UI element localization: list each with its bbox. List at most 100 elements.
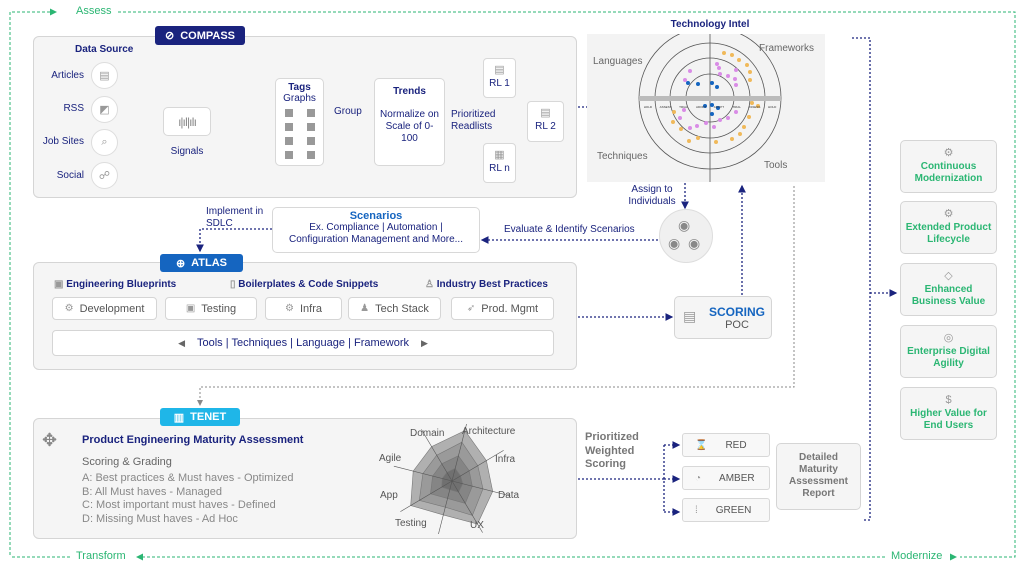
radar-blip (747, 115, 751, 119)
scoring-title: SCORING (708, 305, 765, 319)
radar-axis-label: Data (498, 490, 520, 501)
globe-icon: ⊕ (175, 257, 186, 270)
radar-blip (726, 116, 730, 120)
data-source-title: Data Source (75, 44, 134, 55)
radar-blip (748, 70, 752, 74)
quadrant-frameworks: Frameworks (759, 43, 815, 54)
radar-blip (695, 124, 699, 128)
ring-label: ASSESS (659, 105, 672, 109)
radar-blip (722, 51, 726, 55)
prioritized-readlists-label: Prioritized Readlists (451, 109, 496, 132)
readlist-2[interactable]: ▤ RL 2 (527, 101, 564, 142)
chip-testing[interactable]: ▣ Testing (165, 297, 257, 320)
source-job-sites: Job Sites (42, 136, 84, 147)
rss-icon: ◩ (91, 96, 118, 123)
grade-a: A: Best practices & Must haves - Optimiz… (82, 472, 294, 484)
rag-red[interactable]: ⌛ RED (682, 433, 770, 457)
carousel-next-icon[interactable]: ▶ (421, 338, 428, 349)
benefit-continuous-modernization: ⚙ Continuous Modernization (900, 140, 997, 193)
job-search-icon: ⌕ (91, 129, 118, 156)
grade-d: D: Missing Must haves - Ad Hoc (82, 512, 238, 525)
tenet-badge: ▥ TENET (160, 408, 240, 426)
gear-icon: ⚙ (64, 303, 74, 314)
radar-blip (718, 118, 722, 122)
radar-blip (737, 58, 741, 62)
radar-blip (678, 116, 682, 120)
tags-title: Tags (288, 82, 311, 93)
source-articles: Articles (51, 70, 84, 81)
infra-icon: ⚙ (285, 303, 294, 314)
ring-label: TRIAL (679, 105, 688, 109)
readlist-1[interactable]: ▤ RL 1 (483, 58, 516, 98)
review-icon: ◔ (695, 472, 702, 484)
atlas-carousel: ◀ Tools | Techniques | Language | Framew… (52, 330, 554, 356)
radar-blip (696, 82, 700, 86)
benefit-end-users: $ Higher Value for End Users (900, 387, 997, 440)
radar-blip (748, 78, 752, 82)
quadrant-languages: Languages (593, 56, 643, 67)
radar-axis-label: App (380, 490, 398, 501)
benefit-business-value: ◇ Enhanced Business Value (900, 263, 997, 316)
building-icon: ▥ (173, 411, 185, 424)
scoring-grading-title: Scoring & Grading (82, 456, 172, 468)
rocket-icon: ➶ (466, 303, 476, 314)
carousel-prev-icon[interactable]: ◀ (178, 338, 185, 349)
group-label: Group (334, 106, 362, 117)
maturity-radar-chart: Domain Architecture Infra Data UX Testing App A… (379, 424, 520, 534)
ring-label: ADOPT (713, 105, 725, 109)
grade-b: B: All Must haves - Managed (82, 485, 223, 498)
chip-tech-stack[interactable]: ♟ Tech Stack (348, 297, 441, 320)
tag-grid-icon (276, 109, 323, 159)
atlas-badge: ⊕ ATLAS (160, 254, 243, 272)
carousel-text: Tools | Techniques | Language | Framewor… (197, 337, 409, 349)
radar-blip (734, 83, 738, 87)
radar-blip (671, 120, 675, 124)
radar-blip (672, 110, 676, 114)
radar-blip (734, 110, 738, 114)
signals-waveform-icon: ı|ıǀ|ıǀı (163, 107, 211, 136)
tags-box: Tags Graphs (275, 78, 324, 166)
tech-intel-title: Technology Intel (670, 19, 750, 30)
clipboard-icon: ▤ (683, 308, 697, 324)
radar-blip (742, 125, 746, 129)
assign-label: Assign to Individuals (628, 184, 676, 207)
maturity-icon: ✥ (42, 430, 58, 450)
detailed-report-box: Detailed Maturity Assessment Report (776, 443, 861, 510)
weighted-scoring-label: Prioritized Weighted Scoring (585, 431, 639, 470)
compass-badge: ⊘ COMPASS (155, 26, 245, 45)
radar-blip (715, 62, 719, 66)
trends-text: Normalize on Scale of 0-100 (380, 109, 439, 144)
scenarios-line2: Configuration Management and More... (289, 234, 463, 245)
rag-green[interactable]: ⁞ GREEN (682, 498, 770, 522)
chip-infra[interactable]: ⚙ Infra (265, 297, 342, 320)
scenarios-line1: Ex. Compliance | Automation | (309, 222, 443, 233)
radar-blip (730, 137, 734, 141)
radar-blip (688, 126, 692, 130)
radar-axis-label: Architecture (462, 426, 516, 437)
radar-blip (687, 139, 691, 143)
chip-development[interactable]: ⚙ Development (52, 297, 157, 320)
radar-blip (726, 74, 730, 78)
atlas-header-blueprints: ▣ Engineering Blueprints (54, 279, 177, 290)
radar-blip (718, 72, 722, 76)
benefit-extended-lifecycle: ⚙ Extended Product Lifecycle (900, 201, 997, 254)
tenet-title: Product Engineering Maturity Assessment (82, 434, 304, 446)
chip-prod-mgmt[interactable]: ➶ Prod. Mgmt (451, 297, 554, 320)
quadrant-techniques: Techniques (597, 151, 648, 162)
radar-blip (704, 121, 708, 125)
radar-blip (688, 69, 692, 73)
tags-sub: Graphs (283, 93, 316, 104)
readlist-n[interactable]: ▦ RL n (483, 143, 516, 183)
gear-chip-icon: ⚙ (943, 147, 954, 159)
rag-amber[interactable]: ◔ AMBER (682, 466, 770, 490)
scenarios-box: Scenarios Ex. Compliance | Automation | … (272, 207, 480, 253)
radar-axis-label: Domain (410, 428, 444, 439)
radar-blip (734, 68, 738, 72)
radar-blip (715, 85, 719, 89)
diamond-icon: ◇ (944, 270, 953, 282)
target-gear-icon: ◎ (943, 332, 954, 344)
trends-box: Trends Normalize on Scale of 0-100 (374, 78, 445, 166)
social-icon: ☍ (91, 162, 118, 189)
cycle-assess-label: Assess (72, 5, 116, 17)
source-rss: RSS (63, 103, 84, 114)
